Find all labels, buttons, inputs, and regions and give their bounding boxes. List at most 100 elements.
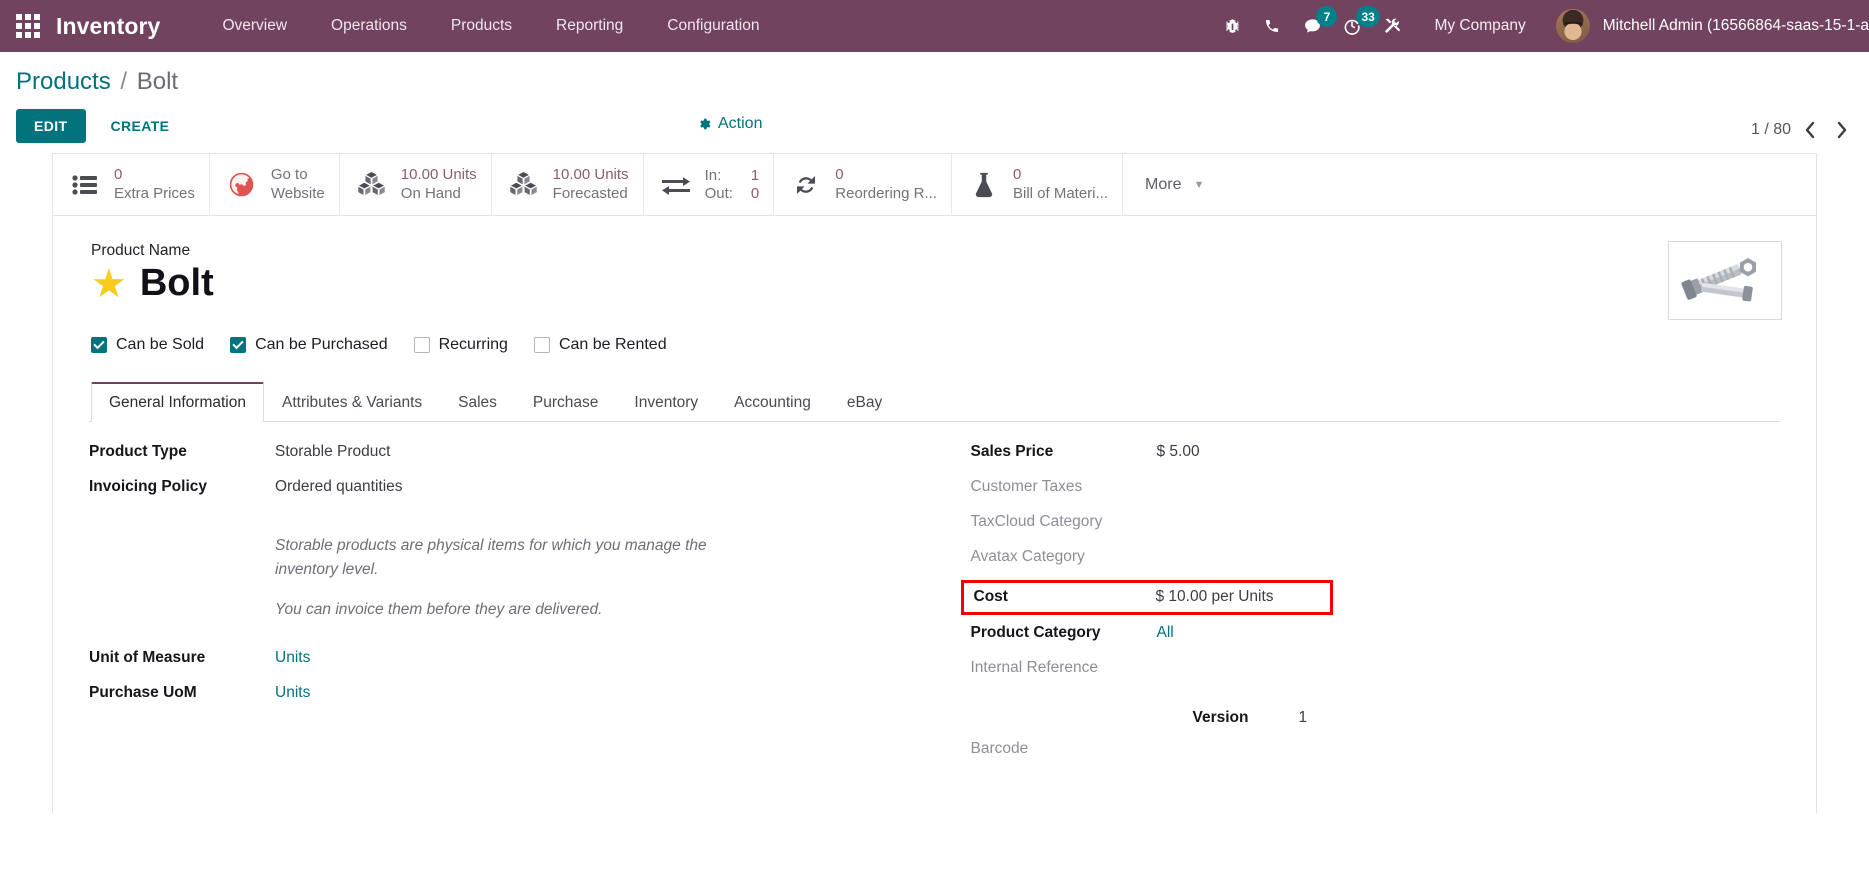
sheet-body: Product Name ★ Bolt Can be Sold Can be P… (53, 216, 1816, 782)
apps-menu-button[interactable] (0, 0, 56, 52)
field-product-category: Product Category All (971, 621, 1781, 656)
stat-value: 0 (114, 165, 123, 183)
breadcrumb-separator: / (120, 68, 128, 95)
stat-label: Reordering R... (835, 185, 937, 203)
menu-item-configuration[interactable]: Configuration (645, 0, 781, 52)
stat-button-extra-prices[interactable]: 0 Extra Prices (53, 153, 210, 216)
record-sheet: 0 Extra Prices Go to Website 10.00 Units… (52, 152, 1817, 813)
tools-icon[interactable] (1372, 0, 1412, 52)
form-column-right: Sales Price $ 5.00 Customer Taxes TaxClo… (935, 440, 1781, 772)
phone-icon[interactable] (1252, 0, 1292, 52)
field-label: Customer Taxes (970, 477, 1083, 495)
apps-grid-icon (16, 14, 40, 38)
field-label: Cost (973, 587, 1008, 605)
field-label: Unit of Measure (89, 648, 206, 666)
avatar (1555, 9, 1590, 43)
messaging-icon[interactable]: 7 (1292, 0, 1338, 52)
notebook-tabs: General Information Attributes & Variant… (89, 381, 1780, 422)
field-value[interactable]: Storable Product (275, 440, 390, 461)
tab-purchase[interactable]: Purchase (515, 382, 616, 422)
activities-clock-icon[interactable]: 33 (1332, 0, 1380, 52)
bug-icon[interactable] (1212, 0, 1252, 52)
more-label: More (1145, 175, 1182, 193)
stat-button-go-to-website[interactable]: Go to Website (210, 153, 340, 216)
cost-unit-label: per Units (1211, 587, 1274, 605)
field-barcode: Barcode (971, 737, 1781, 772)
company-switcher[interactable]: My Company (1412, 0, 1547, 52)
tab-attributes-variants[interactable]: Attributes & Variants (264, 382, 440, 422)
stat-button-forecasted[interactable]: 10.00 Units Forecasted (492, 153, 644, 216)
record-pager: 1 / 80 (1751, 117, 1855, 143)
checkbox-box[interactable] (230, 336, 247, 353)
menu-item-products[interactable]: Products (429, 0, 534, 52)
menu-item-overview[interactable]: Overview (200, 0, 309, 52)
field-value[interactable]: 1 (1299, 709, 1308, 727)
field-label: Product Type (89, 442, 187, 460)
chevron-right-icon[interactable] (1829, 117, 1855, 143)
checkbox-box[interactable] (533, 336, 550, 353)
checkbox-recurring[interactable]: Recurring (413, 335, 508, 354)
product-image[interactable] (1668, 240, 1782, 320)
field-value[interactable]: $ 10.00 per Units (1156, 588, 1274, 606)
breadcrumb-products[interactable]: Products (16, 68, 111, 95)
checkbox-can-be-sold[interactable]: Can be Sold (91, 336, 204, 354)
menu-item-operations[interactable]: Operations (309, 0, 429, 52)
field-invoicing-policy: Invoicing Policy Ordered quantities (89, 475, 915, 510)
field-value[interactable]: Ordered quantities (275, 475, 403, 496)
stat-button-in-out[interactable]: In: 1 Out: 0 (644, 153, 775, 216)
tab-general-information[interactable]: General Information (91, 381, 264, 422)
stat-value: Go to (270, 165, 308, 183)
checkbox-can-be-purchased[interactable]: Can be Purchased (230, 336, 388, 354)
stat-text: 10.00 Units On Hand (391, 166, 477, 204)
field-value[interactable]: Units (275, 681, 310, 702)
action-menu-button[interactable]: Action (697, 115, 762, 133)
user-menu[interactable]: Mitchell Admin (16566864-saas-15-1-a (1548, 9, 1869, 43)
field-label: Internal Reference (970, 658, 1099, 676)
tab-accounting[interactable]: Accounting (716, 382, 829, 422)
chevron-left-icon[interactable] (1797, 117, 1823, 143)
stat-label: Bill of Materi... (1012, 185, 1109, 203)
field-label: Version (1192, 708, 1249, 726)
checkbox-box[interactable] (413, 336, 430, 353)
checkbox-label: Can be Purchased (255, 335, 388, 353)
control-panel: Products / Bolt EDIT CREATE Action 1 / 8… (0, 52, 1869, 153)
stat-text: 0 Reordering R... (825, 166, 937, 204)
tab-ebay[interactable]: eBay (829, 382, 900, 422)
navbar-systray: 7 33 My Company Mitchell Admin (16566864… (1212, 0, 1869, 52)
stat-out-label: Out: (704, 184, 733, 202)
caret-down-icon: ▼ (1193, 178, 1205, 191)
action-label: Action (718, 114, 763, 132)
checkbox-can-be-rented[interactable]: Can be Rented (533, 336, 667, 354)
stat-value: 10.00 Units (552, 165, 629, 183)
field-label: Avatax Category (970, 547, 1085, 565)
product-title-block: Product Name ★ Bolt (89, 242, 1780, 304)
help-text-line-1: Storable products are physical items for… (275, 536, 707, 578)
app-brand-inventory[interactable]: Inventory (56, 13, 166, 40)
user-name-label: Mitchell Admin (16566864-saas-15-1-a (1602, 17, 1869, 34)
create-button[interactable]: CREATE (96, 109, 185, 143)
globe-website-icon (223, 172, 261, 197)
stat-label: Extra Prices (114, 185, 195, 203)
field-label: Barcode (970, 739, 1029, 757)
menu-item-reporting[interactable]: Reporting (534, 0, 645, 52)
tab-sales[interactable]: Sales (440, 382, 515, 422)
field-sales-price: Sales Price $ 5.00 (971, 440, 1781, 475)
stat-button-on-hand[interactable]: 10.00 Units On Hand (340, 153, 492, 216)
star-icon[interactable]: ★ (91, 264, 127, 304)
edit-button[interactable]: EDIT (16, 108, 86, 143)
stat-button-more[interactable]: More ▼ (1123, 154, 1226, 216)
field-value[interactable]: $ 5.00 (1157, 440, 1200, 461)
stat-text: 0 Bill of Materi... (1003, 166, 1108, 204)
stat-label: Website (270, 185, 325, 203)
checkbox-label: Recurring (438, 335, 508, 353)
stat-text: 0 Extra Prices (104, 166, 195, 204)
stat-button-bill-of-materials[interactable]: 0 Bill of Materi... (952, 153, 1124, 216)
checkbox-box[interactable] (91, 336, 107, 353)
field-value[interactable]: Units (275, 646, 310, 667)
product-name-value[interactable]: Bolt (140, 263, 214, 304)
stat-button-reordering-rules[interactable]: 0 Reordering R... (774, 153, 952, 216)
flask-icon (965, 172, 1003, 198)
product-type-help: Storable products are physical items for… (89, 532, 915, 622)
field-value[interactable]: All (1157, 621, 1174, 642)
tab-inventory[interactable]: Inventory (616, 382, 716, 422)
